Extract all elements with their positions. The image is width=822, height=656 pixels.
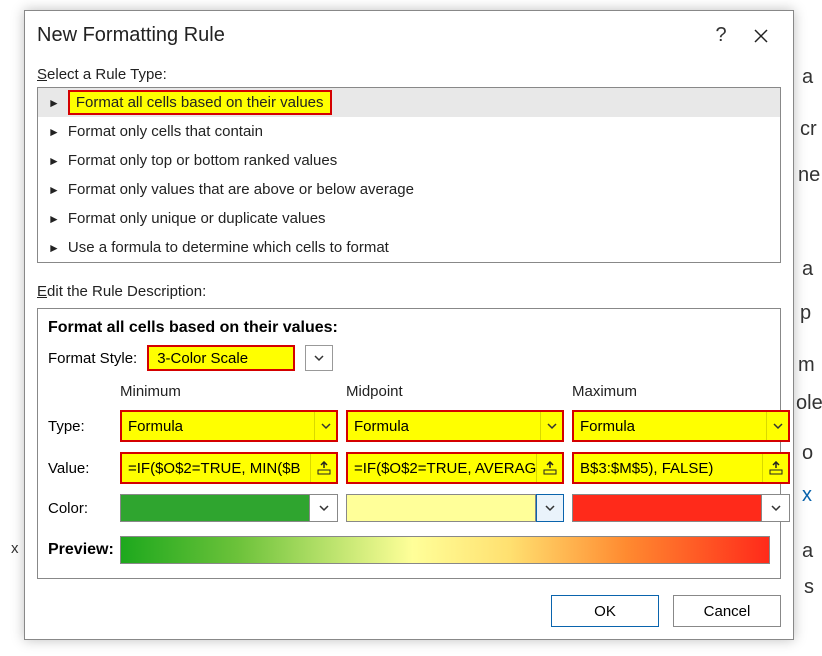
max-type-select[interactable]: Formula <box>572 410 790 442</box>
min-color-select[interactable] <box>120 494 338 522</box>
collapse-dialog-icon[interactable] <box>762 454 788 482</box>
max-color-select[interactable] <box>572 494 790 522</box>
edit-rule-description-label: Edit the Rule Description: <box>37 283 781 300</box>
color-swatch <box>572 494 762 522</box>
format-style-dropdown[interactable] <box>305 345 333 371</box>
mid-type-select[interactable]: Formula <box>346 410 564 442</box>
chevron-down-icon <box>540 412 562 440</box>
preview-row: Preview: <box>48 536 770 564</box>
max-value-input[interactable]: B$3:$M$5), FALSE) <box>572 452 790 484</box>
caret-right-icon: ► <box>48 183 60 197</box>
caret-right-icon: ► <box>48 96 60 110</box>
bg-text: a <box>802 258 813 281</box>
titlebar: New Formatting Rule ? <box>37 19 781 52</box>
chevron-down-icon <box>314 412 336 440</box>
chevron-down-icon <box>314 353 324 363</box>
preview-label: Preview: <box>48 541 114 559</box>
chevron-down-icon[interactable] <box>310 494 338 522</box>
rule-type-text: Format all cells based on their values <box>68 90 332 115</box>
bg-text: x <box>11 540 19 557</box>
rule-type-list[interactable]: ► Format all cells based on their values… <box>37 87 781 263</box>
rule-type-item[interactable]: ► Use a formula to determine which cells… <box>38 233 780 262</box>
select-rule-type-label: Select a Rule Type: <box>37 66 781 83</box>
caret-right-icon: ► <box>48 212 60 226</box>
new-formatting-rule-dialog: New Formatting Rule ? Select a Rule Type… <box>24 10 794 640</box>
min-value-input[interactable]: =IF($O$2=TRUE, MIN($B <box>120 452 338 484</box>
description-heading: Format all cells based on their values: <box>48 319 770 337</box>
bg-text: ne <box>798 164 820 187</box>
chevron-down-icon[interactable] <box>762 494 790 522</box>
rule-type-item[interactable]: ► Format only values that are above or b… <box>38 175 780 204</box>
caret-right-icon: ► <box>48 241 60 255</box>
caret-right-icon: ► <box>48 154 60 168</box>
rule-type-text: Format only cells that contain <box>68 123 263 140</box>
preview-gradient <box>120 536 770 564</box>
color-swatch <box>346 494 536 522</box>
scale-grid: Minimum Midpoint Maximum Type: Formula F… <box>48 383 770 522</box>
bg-text: m <box>798 354 815 377</box>
bg-text: s <box>804 576 814 599</box>
collapse-dialog-icon[interactable] <box>536 454 562 482</box>
help-button[interactable]: ? <box>701 20 741 52</box>
bg-text: ole <box>796 392 822 415</box>
mid-color-select[interactable] <box>346 494 564 522</box>
chevron-down-icon[interactable] <box>536 494 564 522</box>
dialog-buttons: OK Cancel <box>37 595 781 627</box>
bg-text: cr <box>800 118 817 141</box>
rule-type-item[interactable]: ► Format all cells based on their values <box>38 88 780 117</box>
rule-type-item[interactable]: ► Format only cells that contain <box>38 117 780 146</box>
caret-right-icon: ► <box>48 125 60 139</box>
rule-description-panel: Format all cells based on their values: … <box>37 308 781 579</box>
col-head-mid: Midpoint <box>346 383 564 400</box>
bg-text: a <box>802 66 813 89</box>
type-row-label: Type: <box>48 418 112 435</box>
chevron-down-icon <box>766 412 788 440</box>
ok-button[interactable]: OK <box>551 595 659 627</box>
rule-type-text: Format only unique or duplicate values <box>68 210 326 227</box>
format-style-row: Format Style: 3-Color Scale <box>48 345 770 371</box>
col-head-min: Minimum <box>120 383 338 400</box>
col-head-max: Maximum <box>572 383 790 400</box>
rule-type-text: Use a formula to determine which cells t… <box>68 239 389 256</box>
color-swatch <box>120 494 310 522</box>
format-style-label: Format Style: <box>48 350 137 367</box>
collapse-dialog-icon[interactable] <box>310 454 336 482</box>
value-row-label: Value: <box>48 460 112 477</box>
bg-text: a <box>802 540 813 563</box>
rule-type-item[interactable]: ► Format only unique or duplicate values <box>38 204 780 233</box>
cancel-button[interactable]: Cancel <box>673 595 781 627</box>
min-type-select[interactable]: Formula <box>120 410 338 442</box>
rule-type-item[interactable]: ► Format only top or bottom ranked value… <box>38 146 780 175</box>
format-style-value[interactable]: 3-Color Scale <box>147 345 295 371</box>
rule-type-text: Format only values that are above or bel… <box>68 181 414 198</box>
bg-text: x <box>802 484 812 507</box>
close-icon <box>753 28 769 44</box>
close-button[interactable] <box>741 20 781 52</box>
bg-text: p <box>800 302 811 325</box>
rule-type-text: Format only top or bottom ranked values <box>68 152 337 169</box>
color-row-label: Color: <box>48 500 112 517</box>
mid-value-input[interactable]: =IF($O$2=TRUE, AVERAG <box>346 452 564 484</box>
bg-text: o <box>802 442 813 465</box>
dialog-title: New Formatting Rule <box>37 24 701 47</box>
